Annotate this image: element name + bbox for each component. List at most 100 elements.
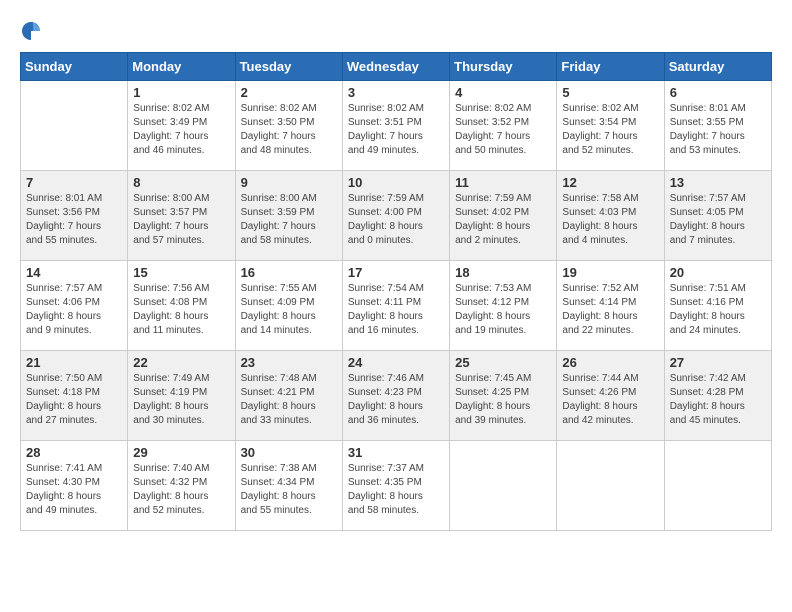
day-number: 21	[26, 355, 122, 370]
day-info: Sunrise: 7:53 AMSunset: 4:12 PMDaylight:…	[455, 282, 551, 338]
calendar-day-cell: 22 Sunrise: 7:49 AMSunset: 4:19 PMDayligh…	[128, 351, 235, 441]
calendar-day-cell: 13 Sunrise: 7:57 AMSunset: 4:05 PMDayligh…	[664, 171, 771, 261]
day-info: Sunrise: 7:55 AMSunset: 4:09 PMDaylight:…	[241, 282, 337, 338]
calendar-week-row: 7Sunrise: 8:01 AMSunset: 3:56 PMDaylight…	[21, 171, 772, 261]
day-info: Sunrise: 7:37 AMSunset: 4:35 PMDaylight:…	[348, 462, 444, 518]
day-number: 3	[348, 85, 444, 100]
calendar-day-cell: 30 Sunrise: 7:38 AMSunset: 4:34 PMDayligh…	[235, 441, 342, 531]
day-info: Sunrise: 8:02 AMSunset: 3:52 PMDaylight:…	[455, 102, 551, 158]
calendar-day-cell: 15 Sunrise: 7:56 AMSunset: 4:08 PMDayligh…	[128, 261, 235, 351]
day-info: Sunrise: 7:38 AMSunset: 4:34 PMDaylight:…	[241, 462, 337, 518]
calendar-day-cell: 21 Sunrise: 7:50 AMSunset: 4:18 PMDayligh…	[21, 351, 128, 441]
calendar-day-cell: 17 Sunrise: 7:54 AMSunset: 4:11 PMDayligh…	[342, 261, 449, 351]
calendar-day-cell: 25 Sunrise: 7:45 AMSunset: 4:25 PMDayligh…	[450, 351, 557, 441]
day-number: 4	[455, 85, 551, 100]
day-number: 6	[670, 85, 766, 100]
day-number: 31	[348, 445, 444, 460]
day-number: 28	[26, 445, 122, 460]
day-number: 19	[562, 265, 658, 280]
calendar-day-cell: 2 Sunrise: 8:02 AMSunset: 3:50 PMDaylight…	[235, 81, 342, 171]
day-info: Sunrise: 8:01 AMSunset: 3:55 PMDaylight:…	[670, 102, 766, 158]
day-info: Sunrise: 8:02 AMSunset: 3:50 PMDaylight:…	[241, 102, 337, 158]
day-number: 16	[241, 265, 337, 280]
day-info: Sunrise: 8:02 AMSunset: 3:49 PMDaylight:…	[133, 102, 229, 158]
day-number: 30	[241, 445, 337, 460]
day-info: Sunrise: 8:00 AMSunset: 3:59 PMDaylight:…	[241, 192, 337, 248]
calendar-day-cell: 23 Sunrise: 7:48 AMSunset: 4:21 PMDayligh…	[235, 351, 342, 441]
calendar-day-cell	[450, 441, 557, 531]
day-info: Sunrise: 7:40 AMSunset: 4:32 PMDaylight:…	[133, 462, 229, 518]
calendar-day-cell	[557, 441, 664, 531]
page-header	[20, 20, 772, 42]
day-info: Sunrise: 7:46 AMSunset: 4:23 PMDaylight:…	[348, 372, 444, 428]
day-info: Sunrise: 7:59 AMSunset: 4:02 PMDaylight:…	[455, 192, 551, 248]
day-info: Sunrise: 7:59 AMSunset: 4:00 PMDaylight:…	[348, 192, 444, 248]
logo	[20, 20, 46, 42]
day-of-week-header: Saturday	[664, 53, 771, 81]
calendar-week-row: 21 Sunrise: 7:50 AMSunset: 4:18 PMDayligh…	[21, 351, 772, 441]
day-number: 13	[670, 175, 766, 190]
day-of-week-header: Sunday	[21, 53, 128, 81]
day-of-week-header: Wednesday	[342, 53, 449, 81]
day-number: 14	[26, 265, 122, 280]
day-number: 24	[348, 355, 444, 370]
day-number: 17	[348, 265, 444, 280]
calendar-header-row: SundayMondayTuesdayWednesdayThursdayFrid…	[21, 53, 772, 81]
day-number: 25	[455, 355, 551, 370]
calendar-day-cell: 6 Sunrise: 8:01 AMSunset: 3:55 PMDaylight…	[664, 81, 771, 171]
day-number: 11	[455, 175, 551, 190]
day-number: 1	[133, 85, 229, 100]
day-number: 22	[133, 355, 229, 370]
calendar-day-cell: 4 Sunrise: 8:02 AMSunset: 3:52 PMDaylight…	[450, 81, 557, 171]
day-number: 12	[562, 175, 658, 190]
day-number: 18	[455, 265, 551, 280]
calendar-day-cell: 7Sunrise: 8:01 AMSunset: 3:56 PMDaylight…	[21, 171, 128, 261]
calendar-day-cell: 5 Sunrise: 8:02 AMSunset: 3:54 PMDaylight…	[557, 81, 664, 171]
day-info: Sunrise: 7:52 AMSunset: 4:14 PMDaylight:…	[562, 282, 658, 338]
day-info: Sunrise: 7:54 AMSunset: 4:11 PMDaylight:…	[348, 282, 444, 338]
day-info: Sunrise: 7:44 AMSunset: 4:26 PMDaylight:…	[562, 372, 658, 428]
day-info: Sunrise: 7:56 AMSunset: 4:08 PMDaylight:…	[133, 282, 229, 338]
calendar-day-cell: 14Sunrise: 7:57 AMSunset: 4:06 PMDayligh…	[21, 261, 128, 351]
day-number: 10	[348, 175, 444, 190]
calendar-day-cell: 27Sunrise: 7:42 AMSunset: 4:28 PMDayligh…	[664, 351, 771, 441]
calendar-week-row: 14Sunrise: 7:57 AMSunset: 4:06 PMDayligh…	[21, 261, 772, 351]
day-info: Sunrise: 7:48 AMSunset: 4:21 PMDaylight:…	[241, 372, 337, 428]
day-of-week-header: Tuesday	[235, 53, 342, 81]
day-info: Sunrise: 7:57 AMSunset: 4:05 PMDaylight:…	[670, 192, 766, 248]
day-info: Sunrise: 7:49 AMSunset: 4:19 PMDaylight:…	[133, 372, 229, 428]
day-info: Sunrise: 8:01 AMSunset: 3:56 PMDaylight:…	[26, 192, 122, 248]
day-info: Sunrise: 7:50 AMSunset: 4:18 PMDaylight:…	[26, 372, 122, 428]
day-info: Sunrise: 8:02 AMSunset: 3:54 PMDaylight:…	[562, 102, 658, 158]
day-number: 23	[241, 355, 337, 370]
calendar-day-cell: 18 Sunrise: 7:53 AMSunset: 4:12 PMDayligh…	[450, 261, 557, 351]
calendar-day-cell	[21, 81, 128, 171]
day-of-week-header: Thursday	[450, 53, 557, 81]
day-info: Sunrise: 8:00 AMSunset: 3:57 PMDaylight:…	[133, 192, 229, 248]
day-number: 2	[241, 85, 337, 100]
calendar-day-cell: 20 Sunrise: 7:51 AMSunset: 4:16 PMDayligh…	[664, 261, 771, 351]
calendar-day-cell: 3 Sunrise: 8:02 AMSunset: 3:51 PMDaylight…	[342, 81, 449, 171]
calendar-day-cell: 28 Sunrise: 7:41 AMSunset: 4:30 PMDayligh…	[21, 441, 128, 531]
calendar-table: SundayMondayTuesdayWednesdayThursdayFrid…	[20, 52, 772, 531]
day-number: 15	[133, 265, 229, 280]
day-number: 5	[562, 85, 658, 100]
calendar-day-cell: 8 Sunrise: 8:00 AMSunset: 3:57 PMDaylight…	[128, 171, 235, 261]
day-info: Sunrise: 7:51 AMSunset: 4:16 PMDaylight:…	[670, 282, 766, 338]
calendar-week-row: 28 Sunrise: 7:41 AMSunset: 4:30 PMDayligh…	[21, 441, 772, 531]
calendar-day-cell: 29Sunrise: 7:40 AMSunset: 4:32 PMDayligh…	[128, 441, 235, 531]
day-number: 26	[562, 355, 658, 370]
day-info: Sunrise: 7:41 AMSunset: 4:30 PMDaylight:…	[26, 462, 122, 518]
day-number: 20	[670, 265, 766, 280]
day-info: Sunrise: 7:58 AMSunset: 4:03 PMDaylight:…	[562, 192, 658, 248]
day-number: 9	[241, 175, 337, 190]
calendar-day-cell: 11 Sunrise: 7:59 AMSunset: 4:02 PMDayligh…	[450, 171, 557, 261]
day-of-week-header: Friday	[557, 53, 664, 81]
day-number: 27	[670, 355, 766, 370]
day-info: Sunrise: 8:02 AMSunset: 3:51 PMDaylight:…	[348, 102, 444, 158]
calendar-day-cell: 16 Sunrise: 7:55 AMSunset: 4:09 PMDayligh…	[235, 261, 342, 351]
day-of-week-header: Monday	[128, 53, 235, 81]
day-number: 8	[133, 175, 229, 190]
day-info: Sunrise: 7:45 AMSunset: 4:25 PMDaylight:…	[455, 372, 551, 428]
calendar-day-cell: 24 Sunrise: 7:46 AMSunset: 4:23 PMDayligh…	[342, 351, 449, 441]
